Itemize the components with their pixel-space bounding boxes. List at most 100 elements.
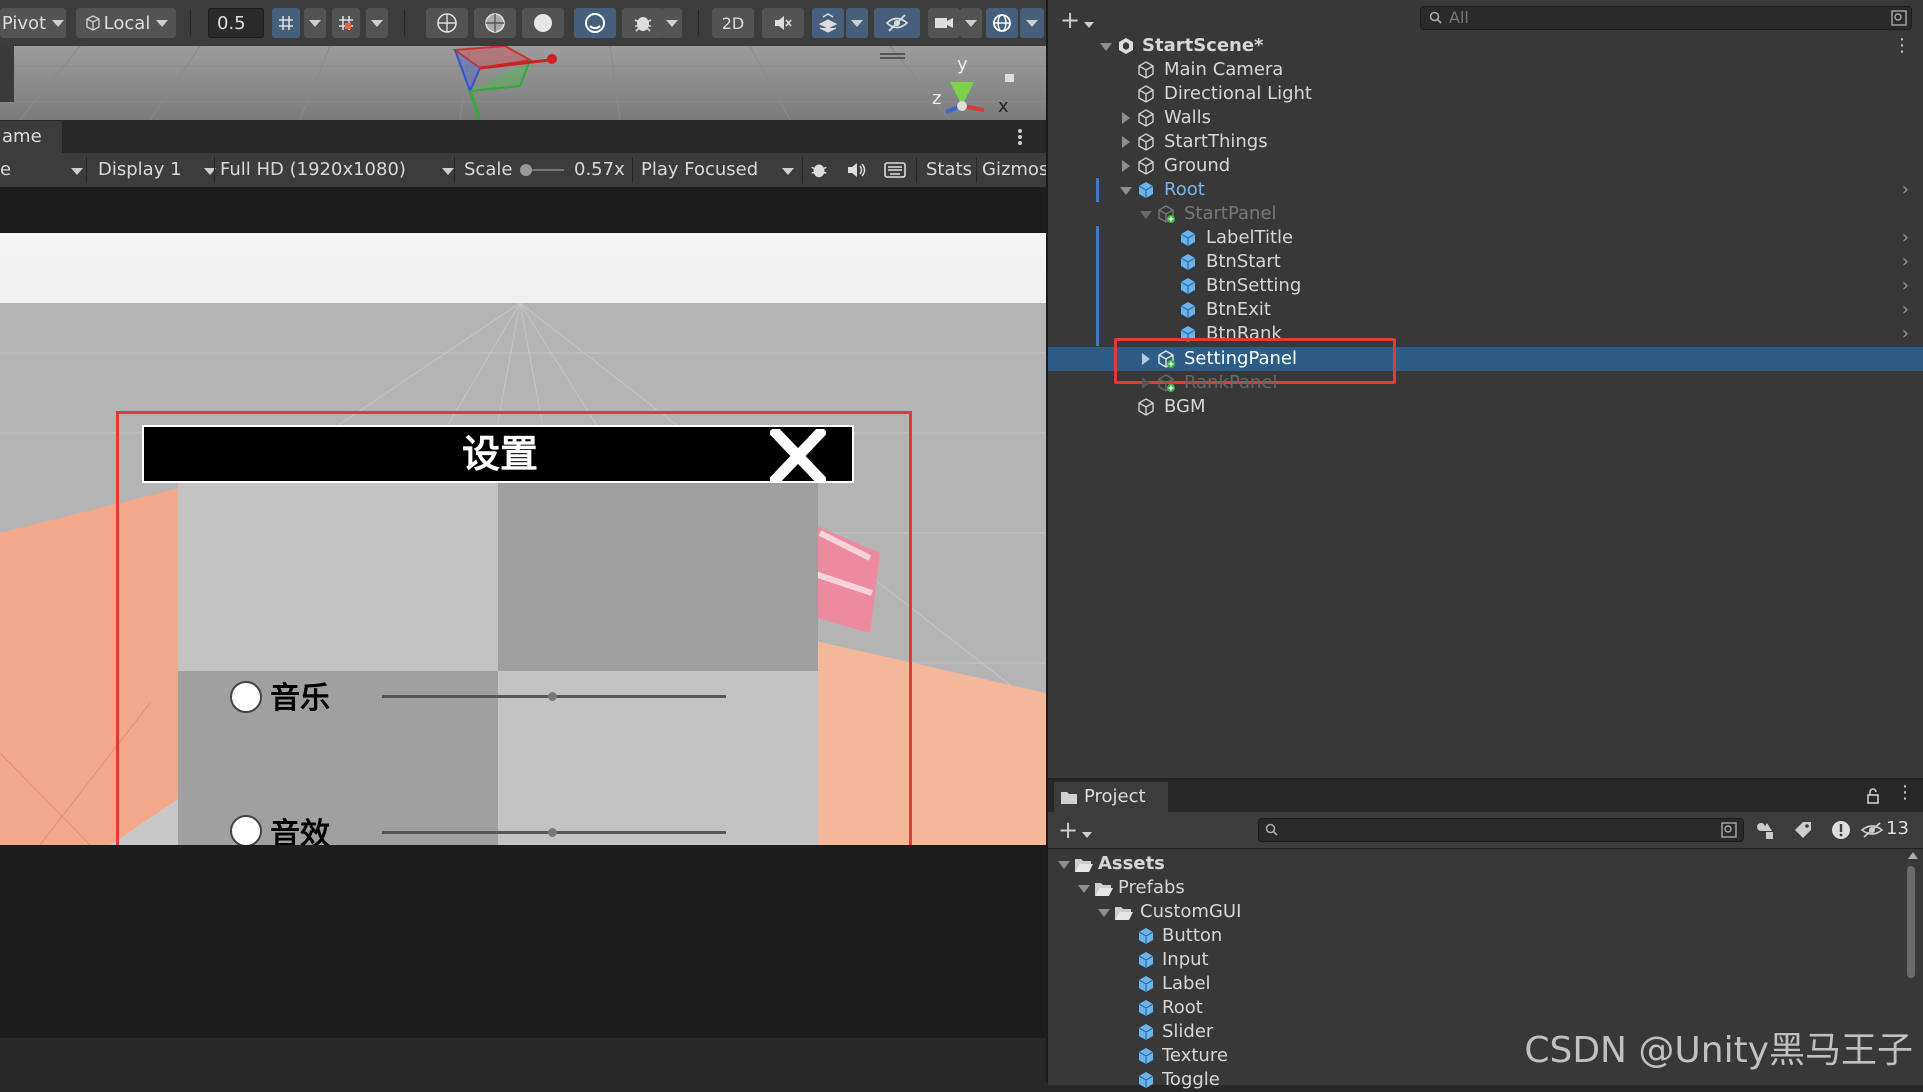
hierarchy-item-labeltitle[interactable]: LabelTitle ›: [1048, 226, 1923, 250]
open-prefab-chevron-icon[interactable]: ›: [1902, 322, 1909, 346]
gizmos-toggle-button[interactable]: [986, 8, 1018, 38]
lock-icon[interactable]: [1005, 74, 1014, 82]
scene-name: StartScene*: [1142, 35, 1264, 56]
hidden-packages-toggle[interactable]: 13: [1860, 816, 1918, 844]
audio-toggle-button[interactable]: [762, 8, 804, 38]
open-prefab-chevron-icon[interactable]: ›: [1902, 226, 1909, 250]
hierarchy-search-input[interactable]: All: [1420, 6, 1912, 30]
scene-camera-button[interactable]: [928, 8, 960, 38]
folder-open-icon: [1095, 883, 1113, 896]
open-prefab-chevron-icon[interactable]: ›: [1902, 298, 1909, 322]
scene-menu-icon[interactable]: ⋮: [1893, 34, 1911, 58]
sound-effect-toggle[interactable]: [230, 815, 262, 845]
expand-arrow-icon[interactable]: [1122, 136, 1130, 148]
sound-effect-volume-slider[interactable]: [382, 821, 726, 845]
debug-draw-mode-button[interactable]: [622, 8, 664, 38]
warning-icon[interactable]: [1830, 819, 1852, 841]
stats-button[interactable]: Stats: [926, 153, 972, 187]
aspect-dropdown[interactable]: e: [0, 153, 84, 187]
music-toggle[interactable]: [230, 681, 262, 713]
shaded-sphere-icon: [534, 14, 552, 32]
play-mode-dropdown[interactable]: Play Focused: [641, 153, 797, 187]
prefab-icon: [1138, 976, 1154, 992]
hierarchy-item-walls[interactable]: Walls: [1048, 106, 1923, 130]
mute-audio-button[interactable]: [846, 153, 872, 187]
increment-snap-button[interactable]: [332, 8, 360, 38]
resolution-dropdown[interactable]: Full HD (1920x1080): [220, 153, 454, 187]
unity-scene-icon: [1119, 38, 1133, 54]
kebab-menu-icon[interactable]: [1016, 127, 1024, 147]
wireframe-shading-button[interactable]: [426, 8, 468, 38]
hierarchy-item-rankpanel[interactable]: RankPanel: [1048, 371, 1923, 395]
hierarchy-item-directional-light[interactable]: Directional Light: [1048, 82, 1923, 106]
project-item-label: Prefabs: [1118, 877, 1185, 898]
open-prefab-chevron-icon[interactable]: ›: [1902, 274, 1909, 298]
hierarchy-item-btnsetting[interactable]: BtnSetting ›: [1048, 274, 1923, 298]
hierarchy-item-label: RankPanel: [1184, 372, 1278, 393]
gizmos-menu[interactable]: [1020, 8, 1044, 38]
scene-camera-menu[interactable]: [960, 8, 982, 38]
setting-panel-titlebar: 设置: [142, 425, 854, 483]
hierarchy-item-startthings[interactable]: StartThings: [1048, 130, 1923, 154]
hierarchy-item-root[interactable]: Root ›: [1048, 178, 1923, 202]
search-by-type-icon[interactable]: [1891, 10, 1907, 26]
orientation-gizmo[interactable]: y z x: [932, 54, 1014, 117]
scale-slider[interactable]: [520, 164, 564, 176]
game-tab[interactable]: ame: [0, 121, 62, 153]
shaded-wireframe-button[interactable]: [474, 8, 516, 38]
toggle-2d-button[interactable]: 2D: [712, 8, 754, 38]
hierarchy-item-bgm[interactable]: BGM: [1048, 395, 1923, 419]
gizmos-label: Gizmos: [982, 159, 1049, 180]
hierarchy-item-main-camera[interactable]: Main Camera: [1048, 58, 1923, 82]
project-tab-bar: Project ⋮: [1048, 780, 1923, 812]
filter-by-label-icon[interactable]: [1792, 819, 1814, 841]
unlit-button[interactable]: [574, 8, 616, 38]
filter-by-type-icon[interactable]: [1754, 819, 1776, 841]
project-tab[interactable]: Project: [1054, 782, 1168, 812]
transform-gizmo[interactable]: [452, 46, 557, 120]
resolution-label: Full HD (1920x1080): [220, 159, 406, 180]
collapse-arrow-icon[interactable]: [1120, 187, 1132, 195]
grid-snap-button[interactable]: [272, 8, 300, 38]
increment-snap-menu[interactable]: [366, 8, 388, 38]
shaded-button[interactable]: [522, 8, 564, 38]
project-search-input[interactable]: [1258, 818, 1744, 842]
hierarchy-item-label: StartThings: [1164, 131, 1268, 152]
hierarchy-item-ground[interactable]: Ground: [1048, 154, 1923, 178]
hierarchy-item-btnexit[interactable]: BtnExit ›: [1048, 298, 1923, 322]
hierarchy-item-btnstart[interactable]: BtnStart ›: [1048, 250, 1923, 274]
scene-visibility-button[interactable]: [874, 8, 920, 38]
project-menu-icon[interactable]: ⋮: [1896, 782, 1914, 803]
gizmos-button[interactable]: Gizmos: [982, 153, 1048, 187]
open-prefab-chevron-icon[interactable]: ›: [1902, 178, 1909, 202]
display-dropdown[interactable]: Display 1: [98, 153, 216, 187]
create-button[interactable]: +: [1060, 6, 1095, 34]
bug-icon: [634, 17, 652, 32]
grid-snap-menu[interactable]: [304, 8, 326, 38]
lock-icon[interactable]: [1866, 788, 1880, 804]
debug-draw-mode-menu[interactable]: [662, 8, 682, 38]
scene-root-row[interactable]: StartScene* ⋮: [1048, 34, 1923, 58]
local-dropdown[interactable]: Local: [76, 8, 176, 38]
expand-arrow-icon[interactable]: [1122, 112, 1130, 124]
search-by-type-icon[interactable]: [1721, 822, 1737, 838]
added-gameobject-icon: [1158, 374, 1175, 392]
close-button[interactable]: [770, 429, 826, 483]
shortcuts-button[interactable]: [884, 153, 910, 187]
hierarchy-panel: + All StartScene* ⋮ Main Camera Directio…: [1048, 0, 1923, 778]
game-render-view[interactable]: 设置 音乐 音效: [0, 233, 1046, 845]
hierarchy-item-startpanel[interactable]: StartPanel: [1048, 202, 1923, 226]
open-prefab-chevron-icon[interactable]: ›: [1902, 250, 1909, 274]
collapse-arrow-icon[interactable]: [1140, 211, 1152, 219]
expand-arrow-icon[interactable]: [1142, 377, 1150, 389]
effects-menu[interactable]: [846, 8, 868, 38]
effects-button[interactable]: [812, 8, 844, 38]
pivot-dropdown[interactable]: Pivot: [0, 8, 66, 38]
music-volume-slider[interactable]: [382, 685, 726, 709]
create-asset-button[interactable]: +: [1058, 816, 1093, 844]
expand-arrow-icon[interactable]: [1122, 160, 1130, 172]
prefab-icon: [1138, 928, 1154, 944]
scene-view[interactable]: y z x: [0, 46, 1046, 120]
frame-debugger-button[interactable]: [808, 153, 834, 187]
snap-value-field[interactable]: 0.5: [208, 8, 264, 38]
